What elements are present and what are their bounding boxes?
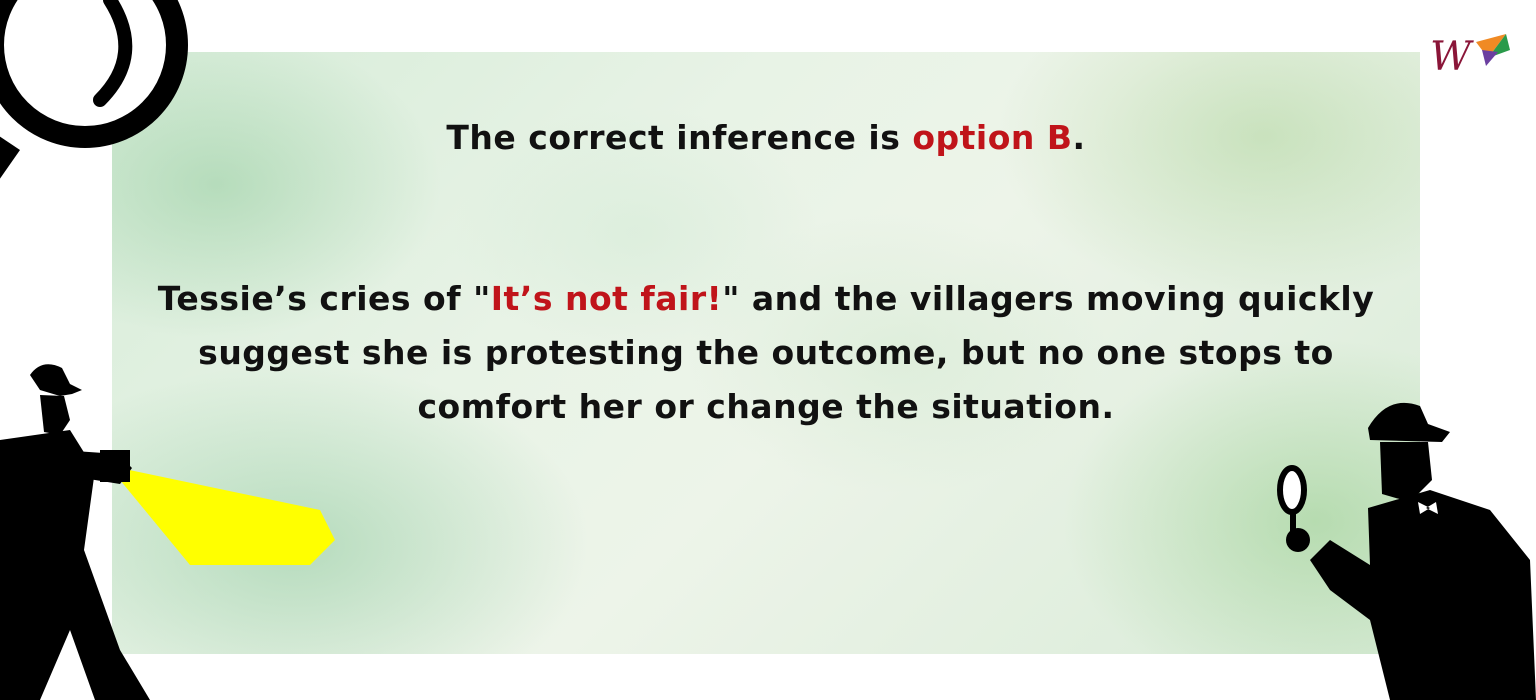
svg-text:W: W [1430, 34, 1474, 80]
answer-heading: The correct inference is option B. [112, 118, 1420, 157]
heading-text: The correct inference is [446, 118, 913, 157]
heading-suffix: . [1072, 118, 1086, 157]
detective-flashlight-icon [0, 364, 335, 700]
magnifying-glass-icon [0, 0, 188, 179]
highlighted-quote: It’s not fair! [490, 279, 723, 318]
highlighted-answer: option B [912, 118, 1073, 157]
brand-logo-icon: W [1430, 34, 1510, 80]
detective-magnifier-icon [1277, 402, 1536, 700]
explanation-part-1: Tessie’s cries of " [157, 279, 491, 318]
